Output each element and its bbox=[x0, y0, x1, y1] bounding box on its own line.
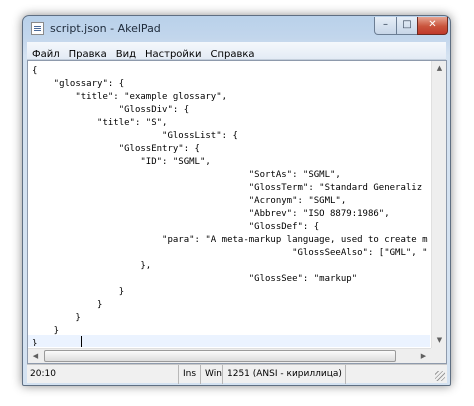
code-line: "Abbrev": "ISO 8879:1986", bbox=[32, 209, 390, 219]
minimize-button[interactable]: – bbox=[374, 17, 397, 35]
code-line: "ID": "SGML", bbox=[32, 157, 211, 167]
code-line: "para": "A meta-markup language, used to… bbox=[32, 235, 428, 245]
line-ending-indicator[interactable]: Win bbox=[202, 365, 223, 384]
status-bar: 20:10 Ins Win 1251 (ANSI - кириллица) bbox=[27, 364, 447, 384]
akelpad-app-icon[interactable] bbox=[31, 22, 44, 35]
resize-grip-icon[interactable] bbox=[435, 371, 445, 381]
code-line: "GlossList": { bbox=[32, 131, 238, 141]
maximize-button[interactable]: □ bbox=[396, 17, 418, 35]
code-line: "GlossDef": { bbox=[32, 222, 320, 232]
insert-mode-indicator[interactable]: Ins bbox=[180, 365, 201, 384]
code-line: } bbox=[32, 313, 81, 323]
code-line: { bbox=[32, 66, 38, 76]
title-bar[interactable]: script.json - AkelPad – □ ✕ bbox=[23, 16, 450, 42]
horizontal-scroll-thumb[interactable] bbox=[44, 350, 396, 362]
code-line: } bbox=[32, 339, 38, 346]
code-line: "GlossEntry": { bbox=[32, 144, 200, 154]
code-line: } bbox=[32, 287, 125, 297]
text-caret bbox=[81, 336, 82, 347]
scrollbar-corner bbox=[431, 348, 446, 363]
code-line: "glossary": { bbox=[32, 79, 125, 89]
code-line: "GlossDiv": { bbox=[32, 105, 190, 115]
code-line: "SortAs": "SGML", bbox=[32, 170, 341, 180]
window-title: script.json - AkelPad bbox=[50, 22, 161, 35]
code-line: "title": "example glossary", bbox=[32, 92, 228, 102]
code-line: "Acronym": "SGML", bbox=[32, 196, 347, 206]
code-line: "title": "S", bbox=[32, 118, 168, 128]
scroll-down-arrow-icon[interactable]: ▼ bbox=[432, 333, 446, 348]
code-line: "GlossSee": "markup" bbox=[32, 274, 358, 284]
code-line: } bbox=[32, 300, 103, 310]
scroll-left-arrow-icon[interactable]: ◀ bbox=[28, 349, 43, 363]
code-line: "GlossTerm": "Standard Generaliz bbox=[32, 183, 423, 193]
scroll-up-arrow-icon[interactable]: ▲ bbox=[432, 61, 446, 76]
scroll-right-arrow-icon[interactable]: ▶ bbox=[416, 349, 431, 363]
code-line: "GlossSeeAlso": ["GML", " bbox=[32, 248, 428, 258]
menu-bar: Файл Правка Вид Настройки Справка bbox=[27, 42, 446, 60]
close-button[interactable]: ✕ bbox=[417, 17, 448, 35]
code-line: } bbox=[32, 326, 60, 336]
app-window: script.json - AkelPad – □ ✕ Файл Правка Ви… bbox=[22, 15, 451, 386]
code-line: }, bbox=[32, 261, 152, 271]
horizontal-scrollbar[interactable]: ◀ ▶ bbox=[28, 348, 431, 363]
vertical-scrollbar[interactable]: ▲ ▼ bbox=[431, 61, 446, 348]
cursor-position[interactable]: 20:10 bbox=[27, 365, 179, 384]
encoding-indicator[interactable]: 1251 (ANSI - кириллица) bbox=[224, 365, 346, 384]
text-editor[interactable]: { "glossary": { "title": "example glossa… bbox=[27, 60, 447, 364]
code-area[interactable]: { "glossary": { "title": "example glossa… bbox=[32, 63, 432, 346]
